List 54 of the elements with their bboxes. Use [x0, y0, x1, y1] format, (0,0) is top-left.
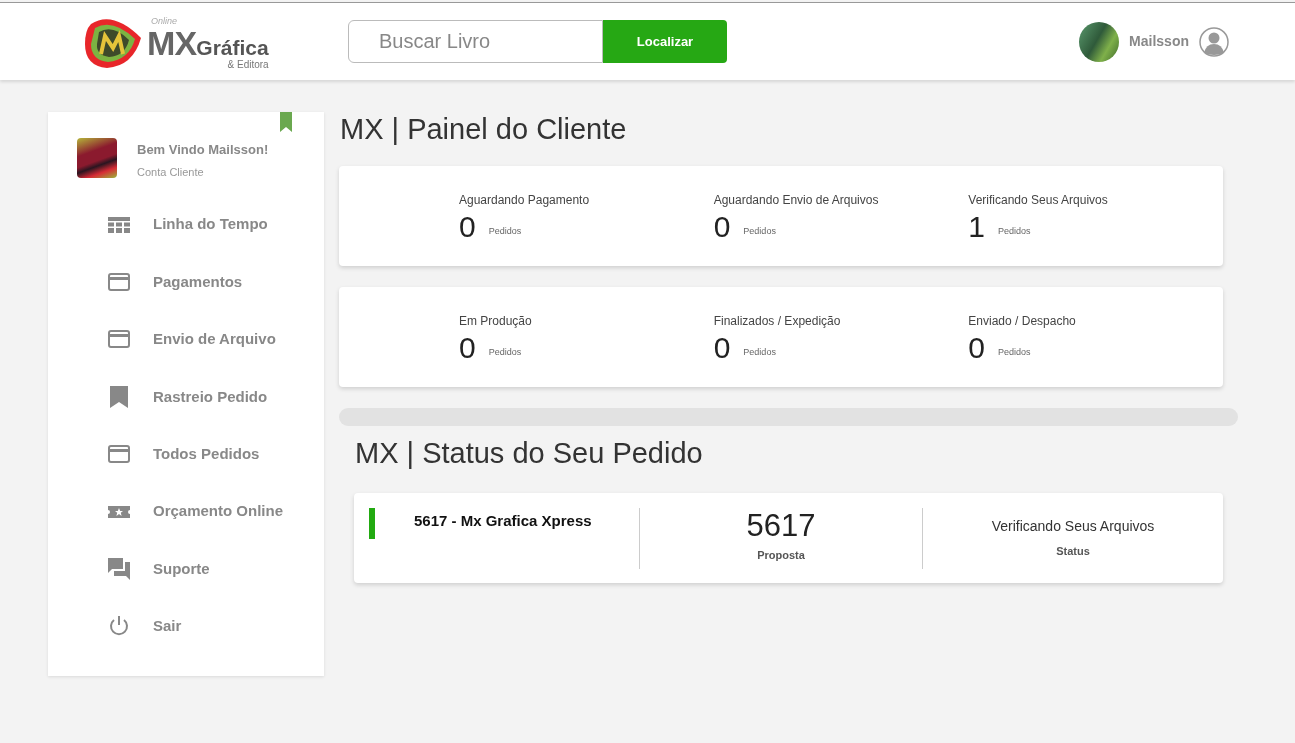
section-title: MX | Status do Seu Pedido — [355, 435, 704, 471]
stat-label: Finalizados / Expedição — [713, 312, 842, 330]
stat-label: Em Produção — [459, 312, 533, 330]
sidebar-item[interactable]: Linha do Tempo — [48, 196, 324, 254]
stat-unit: Pedidos — [998, 346, 1031, 359]
credit-card-icon — [108, 330, 130, 349]
bookmark-icon — [109, 385, 129, 408]
stat-unit: Pedidos — [488, 225, 522, 238]
search-field[interactable]: Buscar Livro — [348, 20, 603, 63]
logo-text: MX — [147, 25, 197, 60]
stat-unit: Pedidos — [998, 225, 1031, 238]
power-icon — [108, 615, 130, 638]
stat-count: 0 — [459, 208, 476, 245]
search-button[interactable]: Localizar — [603, 20, 727, 63]
stat-unit: Pedidos — [743, 346, 776, 359]
credit-card-icon — [108, 445, 130, 464]
stat-label: Aguardando Pagamento — [459, 191, 591, 209]
order-number: 5617 — [746, 508, 816, 544]
user-icon[interactable] — [1199, 26, 1229, 57]
sidebar-item[interactable]: Rastreio Pedido — [48, 368, 324, 426]
user-name[interactable]: Mailsson — [1129, 31, 1189, 52]
page-title: MX | Painel do Cliente — [340, 112, 628, 147]
credit-card-icon — [108, 273, 130, 292]
grid-icon — [108, 216, 130, 233]
stat-label: Aguardando Envio de Arquivos — [713, 191, 880, 209]
order-name: 5617 - Mx Grafica Xpress — [414, 511, 592, 531]
stat-count: 0 — [713, 329, 731, 366]
sidebar-item[interactable]: Sair — [48, 597, 324, 656]
welcome-text: Bem Vindo Mailsson! — [137, 141, 269, 159]
sidebar-item[interactable]: Orçamento Online — [48, 482, 324, 541]
stat-count: 0 — [968, 329, 986, 366]
stat-label: Verificando Seus Arquivos — [968, 191, 1109, 209]
stat-count: 1 — [968, 208, 986, 245]
order-status: Verificando Seus Arquivos — [991, 517, 1155, 536]
logo-text: Gráfica — [196, 36, 269, 58]
logo-text: Online — [151, 16, 178, 26]
stat-label: Enviado / Despacho — [968, 312, 1077, 330]
sidebar-item[interactable]: Todos Pedidos — [48, 425, 324, 483]
sidebar-item[interactable]: Suporte — [48, 540, 324, 598]
order-status-label: Status — [1056, 544, 1090, 559]
ticket-icon — [108, 503, 130, 520]
profile-picture — [77, 138, 117, 178]
account-type: Conta Cliente — [137, 164, 205, 180]
sidebar-item[interactable]: Envio de Arquivo — [48, 310, 324, 369]
order-number-label: Proposta — [757, 548, 805, 563]
stat-unit: Pedidos — [743, 225, 776, 238]
stat-count: 0 — [713, 208, 731, 245]
stat-count: 0 — [459, 329, 476, 366]
sidebar-item[interactable]: Pagamentos — [48, 253, 324, 311]
stat-unit: Pedidos — [488, 346, 522, 359]
chat-icon — [108, 558, 130, 581]
avatar[interactable] — [1079, 21, 1120, 62]
logo-text: & Editora — [227, 59, 269, 70]
bookmark-icon — [280, 112, 292, 132]
